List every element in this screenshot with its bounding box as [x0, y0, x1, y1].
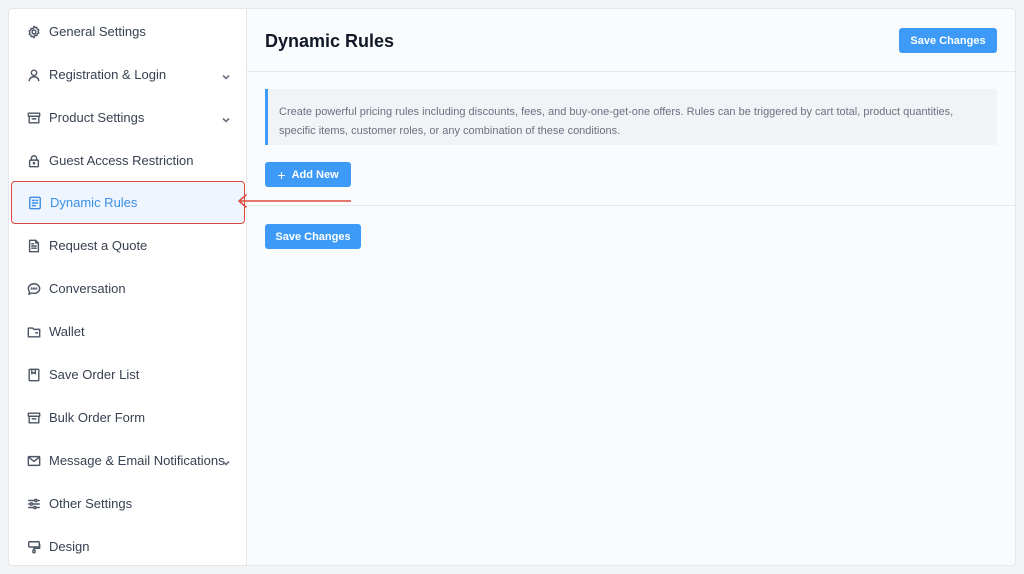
divider [247, 205, 1015, 206]
chevron-down-icon[interactable] [221, 70, 231, 80]
archive-box-icon [27, 111, 41, 125]
sidebar-item-label: Registration & Login [49, 67, 167, 82]
sidebar-item-request-a-quote[interactable]: Request a Quote [11, 225, 245, 266]
chevron-down-icon[interactable] [221, 456, 231, 466]
gear-icon [27, 25, 41, 39]
mail-icon [27, 454, 41, 468]
sidebar-item-conversation[interactable]: Conversation [11, 268, 245, 309]
sidebar-item-label: Bulk Order Form [49, 410, 146, 425]
page-title: Dynamic Rules [265, 31, 395, 51]
document-icon [27, 239, 41, 253]
sliders-icon [27, 497, 41, 511]
add-new-label: Add New [291, 168, 339, 181]
sidebar-item-label: Request a Quote [49, 238, 148, 253]
sidebar-item-message-email-notifications[interactable]: Message & Email Notifications [11, 440, 245, 481]
info-description: Create powerful pricing rules including … [265, 89, 997, 145]
sidebar-item-wallet[interactable]: Wallet [11, 311, 245, 352]
main-content: Dynamic Rules Save Changes Create powerf… [247, 9, 1015, 565]
sidebar-item-dynamic-rules[interactable]: Dynamic Rules [11, 181, 245, 224]
sidebar-item-label: Other Settings [49, 496, 133, 511]
sidebar-item-save-order-list[interactable]: Save Order List [11, 354, 245, 395]
plus-icon: + [277, 166, 286, 183]
rules-card-icon [28, 196, 42, 210]
sidebar-item-general-settings[interactable]: General Settings [11, 11, 245, 52]
sidebar: General Settings Registration & Login Pr… [9, 9, 247, 565]
sidebar-item-label: Save Order List [49, 367, 140, 382]
save-changes-button-bottom[interactable]: Save Changes [265, 224, 361, 249]
box-icon [27, 411, 41, 425]
sidebar-item-label: Product Settings [49, 110, 145, 125]
page-header: Dynamic Rules Save Changes [247, 9, 1015, 72]
bookmark-icon [27, 368, 41, 382]
sidebar-item-label: Message & Email Notifications [49, 453, 225, 468]
wallet-icon [27, 325, 41, 339]
add-new-button[interactable]: + Add New [265, 162, 351, 187]
sidebar-item-design[interactable]: Design [11, 526, 245, 565]
save-changes-button-top[interactable]: Save Changes [899, 28, 997, 53]
sidebar-item-label: Conversation [49, 281, 126, 296]
sidebar-item-label: Guest Access Restriction [49, 153, 194, 168]
lock-icon [27, 154, 41, 168]
annotation-arrow-icon [238, 194, 351, 208]
sidebar-item-label: Wallet [49, 324, 85, 339]
chat-bubble-icon [27, 282, 41, 296]
sidebar-item-label: General Settings [49, 24, 146, 39]
sidebar-item-bulk-order-form[interactable]: Bulk Order Form [11, 397, 245, 438]
settings-panel: General Settings Registration & Login Pr… [8, 8, 1016, 566]
paint-icon [27, 540, 41, 554]
sidebar-item-registration-login[interactable]: Registration & Login [11, 54, 245, 95]
chevron-down-icon[interactable] [221, 113, 231, 123]
sidebar-item-guest-access-restriction[interactable]: Guest Access Restriction [11, 140, 245, 181]
sidebar-item-label: Design [49, 539, 90, 554]
user-icon [27, 68, 41, 82]
sidebar-item-label: Dynamic Rules [50, 195, 138, 210]
sidebar-item-other-settings[interactable]: Other Settings [11, 483, 245, 524]
sidebar-item-product-settings[interactable]: Product Settings [11, 97, 245, 138]
